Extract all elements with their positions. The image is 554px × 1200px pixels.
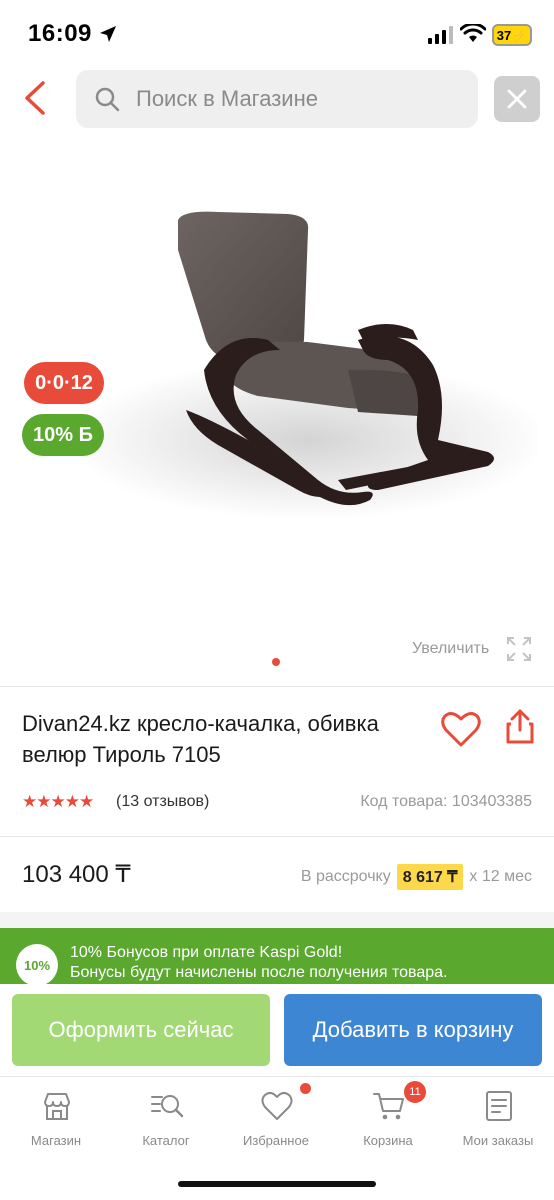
- bonus-banner[interactable]: 10% 10% Бонусов при оплате Kaspi Gold! Б…: [0, 928, 554, 986]
- installment-info: В рассрочку 8 617 ₸ x 12 мес: [301, 864, 532, 890]
- search-placeholder: Поиск в Магазине: [136, 86, 318, 111]
- nav-label: Каталог: [142, 1133, 190, 1148]
- cart-count-badge: 11: [404, 1081, 426, 1103]
- expand-icon[interactable]: [504, 634, 534, 664]
- cart-icon: [373, 1093, 404, 1120]
- nav-label: Магазин: [30, 1133, 82, 1148]
- back-button[interactable]: [14, 76, 54, 120]
- favorites-notification-dot: [300, 1083, 311, 1094]
- installment-prefix: В рассрочку: [300, 868, 391, 885]
- favorite-heart-icon[interactable]: [440, 710, 482, 748]
- cellular-signal-icon: [428, 26, 453, 44]
- nav-item-catalog[interactable]: Каталог: [116, 1087, 216, 1151]
- share-icon[interactable]: [504, 708, 536, 744]
- wifi-icon: [460, 24, 486, 42]
- chevron-left-icon: [25, 81, 45, 115]
- close-button[interactable]: [494, 76, 540, 122]
- installment-amount: 8 617 ₸: [396, 864, 464, 890]
- nav-item-orders[interactable]: Мои заказы: [448, 1087, 548, 1151]
- divider: [0, 836, 554, 837]
- product-price: 103 400 ₸: [22, 861, 131, 888]
- zoom-label[interactable]: Увеличить: [412, 640, 489, 658]
- battery-level: 37: [496, 27, 512, 43]
- search-icon: [95, 87, 120, 112]
- reviews-link[interactable]: (13 отзывов): [116, 793, 209, 811]
- catalog-icon: [151, 1095, 184, 1118]
- installment-suffix: x 12 мес: [469, 868, 532, 885]
- product-sku: Код товара: 103403385: [360, 793, 532, 810]
- close-icon: [507, 89, 527, 109]
- rating-stars: ★★★★★: [22, 792, 94, 811]
- divider: [0, 686, 554, 687]
- orders-icon: [486, 1091, 512, 1121]
- action-bar: Оформить сейчас Добавить в корзину: [0, 984, 554, 1076]
- bonus-percent-badge: 10%: [16, 944, 58, 986]
- nav-label: Мои заказы: [462, 1133, 534, 1148]
- nav-item-store[interactable]: Магазин: [6, 1087, 106, 1151]
- charging-bolt-icon: ⚡: [512, 28, 528, 42]
- nav-label: Корзина: [363, 1133, 413, 1148]
- home-indicator: [178, 1181, 376, 1187]
- product-title: Divan24.kz кресло-качалка, обивка велюр …: [22, 711, 379, 767]
- status-time: 16:09: [28, 20, 92, 47]
- carousel-indicator: [272, 658, 280, 666]
- bonus-badge: 10% Б: [22, 414, 104, 456]
- search-input[interactable]: Поиск в Магазине: [76, 70, 478, 128]
- bonus-note: Бонусы будут начислены после получения т…: [70, 964, 448, 981]
- location-arrow-icon: [100, 26, 116, 42]
- heart-icon: [261, 1091, 293, 1120]
- status-bar: 16:09 37 ⚡: [0, 0, 554, 64]
- store-icon: [44, 1093, 70, 1120]
- bonus-title: 10% Бонусов при оплате Kaspi Gold!: [70, 944, 343, 961]
- installment-badge: 0·0·12: [24, 362, 104, 404]
- nav-item-favorites[interactable]: Избранное: [226, 1087, 326, 1151]
- section-separator: [0, 912, 554, 928]
- battery-icon: 37 ⚡: [492, 24, 532, 46]
- nav-label: Избранное: [243, 1133, 309, 1148]
- bottom-navigation: Магазин Каталог Избранное Корзина Мои за…: [0, 1076, 554, 1200]
- buy-now-button[interactable]: Оформить сейчас: [12, 994, 270, 1066]
- add-to-cart-button[interactable]: Добавить в корзину: [284, 994, 542, 1066]
